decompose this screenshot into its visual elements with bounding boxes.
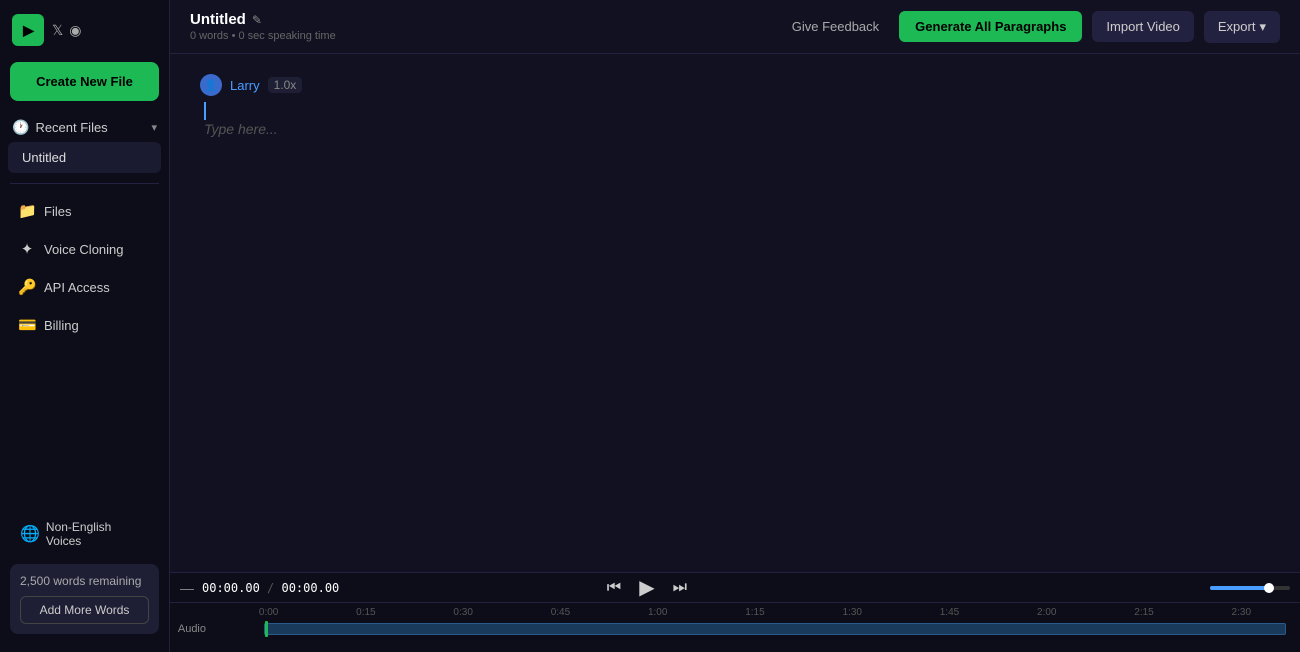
file-meta: 0 words • 0 sec speaking time — [190, 30, 336, 42]
recent-files-label: 🕐 Recent Files — [12, 119, 108, 136]
create-new-button[interactable]: Create New File — [10, 62, 159, 101]
tick-0: 0:00 — [220, 607, 317, 618]
skip-back-button[interactable]: ⏮ — [603, 577, 625, 599]
chevron-down-icon: ▾ — [151, 121, 157, 134]
generate-button[interactable]: Generate All Paragraphs — [899, 11, 1082, 42]
translate-icon: 🌐 — [20, 524, 40, 544]
sparkle-icon: ✦ — [18, 240, 36, 258]
add-words-button[interactable]: Add More Words — [20, 596, 149, 624]
volume-slider[interactable] — [1210, 586, 1290, 590]
logo-icon: ▶ — [12, 14, 44, 46]
tick-7: 1:45 — [901, 607, 998, 618]
play-pause-button[interactable]: ▶ — [635, 573, 658, 602]
speed-badge[interactable]: 1.0x — [268, 77, 303, 93]
discord-icon[interactable]: ◉ — [69, 22, 81, 39]
file-title-row: Untitled ✎ — [190, 11, 336, 28]
words-remaining-card: 2,500 words remaining Add More Words — [10, 564, 159, 634]
audio-track[interactable] — [264, 623, 1286, 635]
speaker-name[interactable]: Larry — [230, 78, 260, 93]
card-icon: 💳 — [18, 316, 36, 334]
tick-3: 0:45 — [512, 607, 609, 618]
sidebar-item-files[interactable]: 📁 Files — [6, 193, 163, 229]
timeline-track-row: Audio — [170, 618, 1300, 640]
export-button[interactable]: Export ▾ — [1204, 11, 1280, 43]
track-label: Audio — [174, 623, 214, 635]
tick-4: 1:00 — [609, 607, 706, 618]
feedback-button[interactable]: Give Feedback — [782, 13, 889, 40]
editor-area: 👤 Larry 1.0x — [170, 54, 1300, 572]
playback-controls: ⏮ ▶ ⏭ — [603, 573, 691, 602]
sidebar-item-voice-cloning[interactable]: ✦ Voice Cloning — [6, 231, 163, 267]
tick-6: 1:30 — [804, 607, 901, 618]
twitter-icon[interactable]: 𝕏 — [52, 22, 63, 39]
volume-fill — [1210, 586, 1266, 590]
nav-divider — [10, 183, 159, 184]
file-title: Untitled — [190, 11, 246, 28]
main-content: Untitled ✎ 0 words • 0 sec speaking time… — [170, 0, 1300, 652]
clock-icon: 🕐 — [12, 119, 29, 136]
sidebar-item-billing[interactable]: 💳 Billing — [6, 307, 163, 343]
non-english-voices-button[interactable]: 🌐 Non-English Voices — [10, 512, 159, 556]
skip-forward-button[interactable]: ⏭ — [669, 577, 691, 599]
timeline-collapse-icon[interactable]: — — [180, 580, 194, 596]
social-links: 𝕏 ◉ — [52, 22, 82, 39]
tick-8: 2:00 — [998, 607, 1095, 618]
logo-area: ▶ 𝕏 ◉ — [0, 0, 169, 56]
sidebar-item-api-access[interactable]: 🔑 API Access — [6, 269, 163, 305]
words-remaining-text: 2,500 words remaining — [20, 574, 149, 588]
recent-files-header[interactable]: 🕐 Recent Files ▾ — [0, 111, 169, 140]
text-cursor — [204, 102, 206, 120]
total-time: 00:00.00 — [281, 581, 339, 595]
topbar: Untitled ✎ 0 words • 0 sec speaking time… — [170, 0, 1300, 54]
text-input[interactable] — [204, 121, 1270, 153]
tick-10: 2:30 — [1193, 607, 1290, 618]
current-time: 00:00.00 — [202, 581, 260, 595]
tick-1: 0:15 — [317, 607, 414, 618]
playhead-marker — [265, 621, 268, 637]
topbar-actions: Give Feedback Generate All Paragraphs Im… — [782, 11, 1280, 43]
timeline-tick-container: 0:00 0:15 0:30 0:45 1:00 1:15 1:30 1:45 … — [170, 603, 1300, 618]
sidebar-bottom: 🌐 Non-English Voices 2,500 words remaini… — [0, 502, 169, 652]
speaker-row: 👤 Larry 1.0x — [200, 74, 1270, 96]
timeline-controls: — 00:00.00 / 00:00.00 ⏮ ▶ ⏭ — [170, 573, 1300, 603]
recent-file-item[interactable]: Untitled — [8, 142, 161, 173]
sidebar: ▶ 𝕏 ◉ Create New File 🕐 Recent Files ▾ U… — [0, 0, 170, 652]
import-video-button[interactable]: Import Video — [1092, 11, 1193, 42]
volume-handle — [1264, 583, 1274, 593]
topbar-left: Untitled ✎ 0 words • 0 sec speaking time — [190, 11, 336, 42]
paragraph-block: 👤 Larry 1.0x — [200, 74, 1270, 158]
tick-9: 2:15 — [1095, 607, 1192, 618]
time-display: 00:00.00 / 00:00.00 — [202, 581, 339, 595]
tick-5: 1:15 — [706, 607, 803, 618]
text-block — [200, 102, 1270, 158]
chevron-down-icon: ▾ — [1259, 19, 1266, 35]
edit-icon[interactable]: ✎ — [252, 13, 262, 27]
folder-icon: 📁 — [18, 202, 36, 220]
speaker-avatar: 👤 — [200, 74, 222, 96]
timeline-section: — 00:00.00 / 00:00.00 ⏮ ▶ ⏭ 0:00 0:15 — [170, 572, 1300, 652]
key-icon: 🔑 — [18, 278, 36, 296]
tick-2: 0:30 — [415, 607, 512, 618]
